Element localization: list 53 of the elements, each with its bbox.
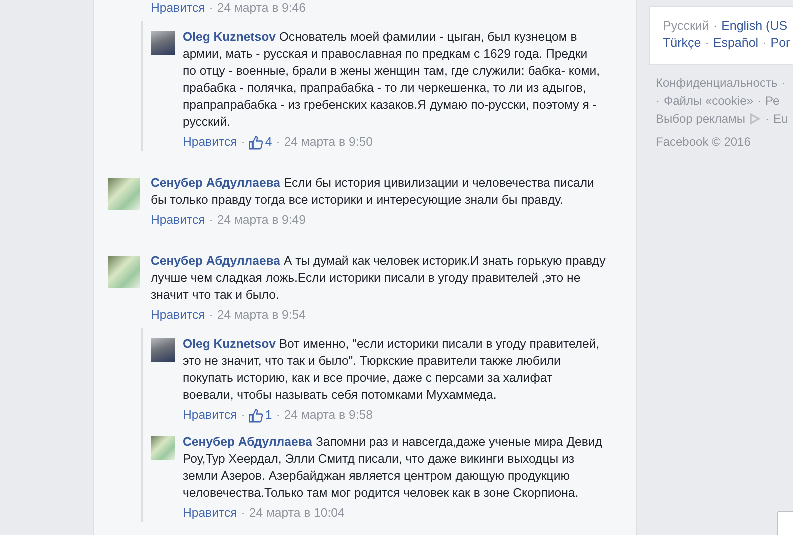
separator-dot: · — [241, 505, 246, 522]
like-link[interactable]: Нравится — [183, 505, 238, 522]
language-link[interactable]: Русский — [663, 19, 710, 33]
copyright-text: Facebook © 2016 — [656, 134, 752, 151]
separator-dot: · — [705, 36, 710, 50]
separator-dot: · — [209, 0, 214, 17]
language-link[interactable]: Español — [713, 36, 759, 50]
separator-dot: · — [241, 407, 246, 424]
author-link[interactable]: Oleg Kuznetsov — [183, 337, 276, 351]
separator-dot: · — [276, 134, 280, 151]
separator-dot: · — [209, 212, 214, 229]
timestamp-link[interactable]: 24 марта в 9:50 — [284, 134, 373, 151]
timestamp-link[interactable]: 24 марта в 9:54 — [217, 307, 306, 324]
comment-text: Oleg Kuznetsov Основатель моей фамилии - цыган, был кузнецом в армии, мать - русская и православная по предкам с 1629 года. Предки по отцу - военные, брали в жены женщин там, где служили: бабка- коми, прабабка - полячка, прапрабабка - то ли черкешенка, то ли из адыгов, прапрапрабабка - из гребенских казаков.Я думаю по-русски, поэтому я - русский. — [183, 29, 601, 131]
avatar-image[interactable] — [151, 31, 175, 55]
timestamp-link[interactable]: 24 марта в 9:49 — [217, 212, 306, 229]
thumbs-up-icon — [249, 408, 264, 422]
separator-dot: · — [782, 75, 786, 92]
separator-dot: · — [276, 407, 280, 424]
language-link[interactable]: Türkçe — [663, 36, 702, 50]
timestamp-link[interactable]: 24 марта в 10:04 — [249, 505, 345, 522]
like-count[interactable]: 4 — [249, 134, 272, 151]
avatar-image[interactable] — [151, 338, 175, 362]
separator-dot: · — [656, 93, 660, 110]
like-link[interactable]: Нравится — [151, 307, 206, 324]
separator-dot: · — [241, 134, 246, 151]
avatar-image[interactable] — [151, 436, 175, 460]
timestamp-link[interactable]: 24 марта в 9:58 — [284, 407, 373, 424]
timestamp-link[interactable]: 24 марта в 9:46 — [217, 0, 306, 17]
like-link[interactable]: Нравится — [151, 212, 206, 229]
like-link[interactable]: Нравится — [151, 0, 206, 17]
play-triangle-icon — [749, 113, 762, 125]
separator-dot: · — [758, 93, 762, 110]
comment-text: Oleg Kuznetsov Вот именно, "если историки писали в угоду правителей, это не значит, что так и было". Тюркские правители также любили покупать историю, как и все прочие, даже с персами за халифат воевали, чтобы называть себя потомками Мухаммеда. — [183, 336, 601, 404]
author-link[interactable]: Сенубер Абдуллаева — [151, 254, 281, 268]
author-link[interactable]: Сенубер Абдуллаева — [183, 435, 313, 449]
avatar-image[interactable] — [108, 178, 140, 210]
separator-dot: · — [713, 19, 718, 33]
author-link[interactable]: Oleg Kuznetsov — [183, 30, 276, 44]
separator-dot: · — [762, 36, 767, 50]
language-link[interactable]: Por — [770, 36, 790, 50]
thumbs-up-icon — [249, 136, 264, 150]
like-link[interactable]: Нравится — [183, 407, 238, 424]
comment-text: Сенубер Абдуллаева Если бы история цивилизации и человечества писали бы только правду тогда все историки и интересующие знали бы правду. — [151, 175, 596, 209]
like-link[interactable]: Нравится — [183, 134, 238, 151]
separator-dot: · — [209, 307, 214, 324]
like-count[interactable]: 1 — [249, 407, 272, 424]
separator-dot: · — [765, 111, 770, 128]
avatar-image[interactable] — [108, 256, 140, 288]
comment-text: Сенубер Абдуллаева Запомни раз и навсегда,даже ученые мира Девид Роу,Тур Хеердал, Элли Смитд писали, что даже викинги выходцы из земли Азеров. Азербайджан является центром дающую продукцию человечества.Только там мог родится человек как в зоне Скорпиона. — [183, 434, 603, 502]
author-link[interactable]: Сенубер Абдуллаева — [151, 176, 281, 190]
comment-text: Сенубер Абдуллаева А ты думай как человек историк.И знать горькую правду лучше чем сладкая ложь.Если историки писали в угоду правителей ,это не значит что так и было. — [151, 253, 607, 304]
language-link[interactable]: English (US — [722, 19, 788, 33]
